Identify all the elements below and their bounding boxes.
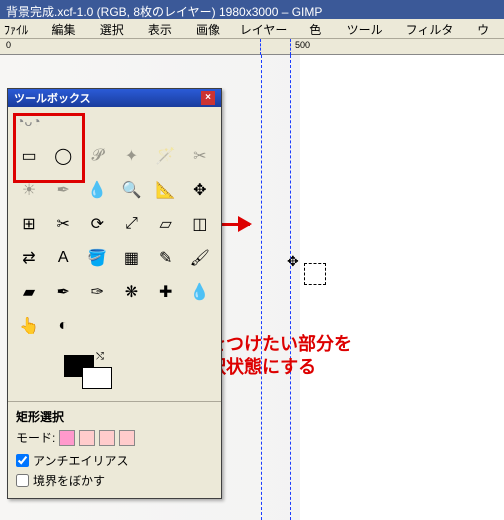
blur-tool[interactable]: 💧 — [185, 277, 215, 307]
mode-label: モード: — [16, 429, 55, 446]
menu-file[interactable]: ﾌｧｲﾙ(F) — [4, 21, 42, 36]
antialias-input[interactable] — [16, 454, 29, 467]
menu-view[interactable]: 表示(V) — [148, 21, 186, 36]
mode-intersect-icon[interactable] — [119, 430, 135, 446]
ruler-mark: 0 — [6, 40, 11, 50]
window-title: 背景完成.xcf-1.0 (RGB, 8枚のレイヤー) 1980x3000 – … — [0, 0, 504, 19]
ruler-mark: 500 — [295, 40, 310, 50]
smudge-tool[interactable]: 👆 — [14, 311, 44, 341]
ruler-horizontal: 0 500 — [0, 39, 504, 55]
tool-options-title: 矩形選択 — [16, 408, 213, 425]
menu-colors[interactable]: 色(C) — [309, 21, 336, 36]
menu-filters[interactable]: フィルタ(R) — [406, 21, 467, 36]
feather-input[interactable] — [16, 474, 29, 487]
feather-checkbox[interactable]: 境界をぼかす — [16, 472, 213, 489]
shear-tool[interactable]: ▱ — [151, 209, 181, 239]
ellipse-select-tool[interactable]: ◯ — [48, 141, 78, 171]
airbrush-tool[interactable]: ✒ — [48, 277, 78, 307]
free-select-tool[interactable]: 𝓟 — [82, 141, 112, 171]
color-select-tool[interactable]: 🪄 — [151, 141, 181, 171]
menubar: ﾌｧｲﾙ(F) 編集(E) 選択(S) 表示(V) 画像(I) レイヤー(L) … — [0, 19, 504, 39]
move-cursor-icon: ✥ — [287, 253, 299, 270]
guide-line — [261, 55, 262, 520]
heal-tool[interactable]: ✚ — [151, 277, 181, 307]
eraser-tool[interactable]: ▰ — [14, 277, 44, 307]
align-tool[interactable]: ⊞ — [14, 209, 44, 239]
flip-tool[interactable]: ⇄ — [14, 243, 44, 273]
wilber-icon: ◔ᴗ◔ — [8, 107, 221, 135]
rect-select-tool[interactable]: ▭ — [14, 141, 44, 171]
rotate-tool[interactable]: ⟳ — [82, 209, 112, 239]
guide-line — [290, 55, 291, 520]
toolbox-title: ツールボックス — [14, 90, 91, 106]
scissors-tool[interactable]: ✂ — [185, 141, 215, 171]
selection-marquee — [304, 263, 326, 285]
scale-tool[interactable]: ⤢ — [116, 209, 146, 239]
foreground-tool[interactable]: ☀ — [14, 175, 44, 205]
mode-subtract-icon[interactable] — [99, 430, 115, 446]
paths-tool[interactable]: ✒ — [48, 175, 78, 205]
mode-replace-icon[interactable] — [59, 430, 75, 446]
mode-add-icon[interactable] — [79, 430, 95, 446]
text-tool[interactable]: A — [48, 243, 78, 273]
clone-tool[interactable]: ❋ — [116, 277, 146, 307]
menu-window[interactable]: ウィ — [477, 21, 500, 36]
paintbrush-tool[interactable]: 🖌 — [185, 243, 215, 273]
gradient-tool[interactable]: ▦ — [116, 243, 146, 273]
menu-select[interactable]: 選択(S) — [100, 21, 138, 36]
zoom-tool[interactable]: 🔍 — [116, 175, 146, 205]
bucket-tool[interactable]: 🪣 — [82, 243, 112, 273]
color-picker-tool[interactable]: 💧 — [82, 175, 112, 205]
move-tool[interactable]: ✥ — [185, 175, 215, 205]
menu-image[interactable]: 画像(I) — [196, 21, 230, 36]
antialias-checkbox[interactable]: アンチエイリアス — [16, 452, 213, 469]
fuzzy-select-tool[interactable]: ✦ — [116, 141, 146, 171]
close-icon[interactable]: × — [201, 91, 215, 105]
crop-tool[interactable]: ✂ — [48, 209, 78, 239]
mode-row: モード: — [16, 429, 213, 446]
toolbox-titlebar[interactable]: ツールボックス × — [8, 89, 221, 107]
menu-tools[interactable]: ツール(T) — [347, 21, 396, 36]
color-area[interactable]: ⤭ — [16, 351, 213, 397]
menu-edit[interactable]: 編集(E) — [52, 21, 90, 36]
tool-grid: ▭◯𝓟✦🪄✂☀✒💧🔍📐✥⊞✂⟳⤢▱◫⇄A🪣▦✎🖌▰✒✑❋✚💧👆◐ — [8, 135, 221, 347]
toolbox-window[interactable]: ツールボックス × ◔ᴗ◔ ▭◯𝓟✦🪄✂☀✒💧🔍📐✥⊞✂⟳⤢▱◫⇄A🪣▦✎🖌▰✒… — [7, 88, 222, 499]
swap-colors-icon[interactable]: ⤭ — [96, 351, 104, 362]
pencil-tool[interactable]: ✎ — [151, 243, 181, 273]
tool-options: 矩形選択 モード: アンチエイリアス 境界をぼかす — [8, 401, 221, 498]
background-color[interactable] — [82, 367, 112, 389]
dodge-tool[interactable]: ◐ — [48, 311, 78, 341]
ink-tool[interactable]: ✑ — [82, 277, 112, 307]
measure-tool[interactable]: 📐 — [151, 175, 181, 205]
perspective-tool[interactable]: ◫ — [185, 209, 215, 239]
menu-layer[interactable]: レイヤー(L) — [240, 21, 299, 36]
